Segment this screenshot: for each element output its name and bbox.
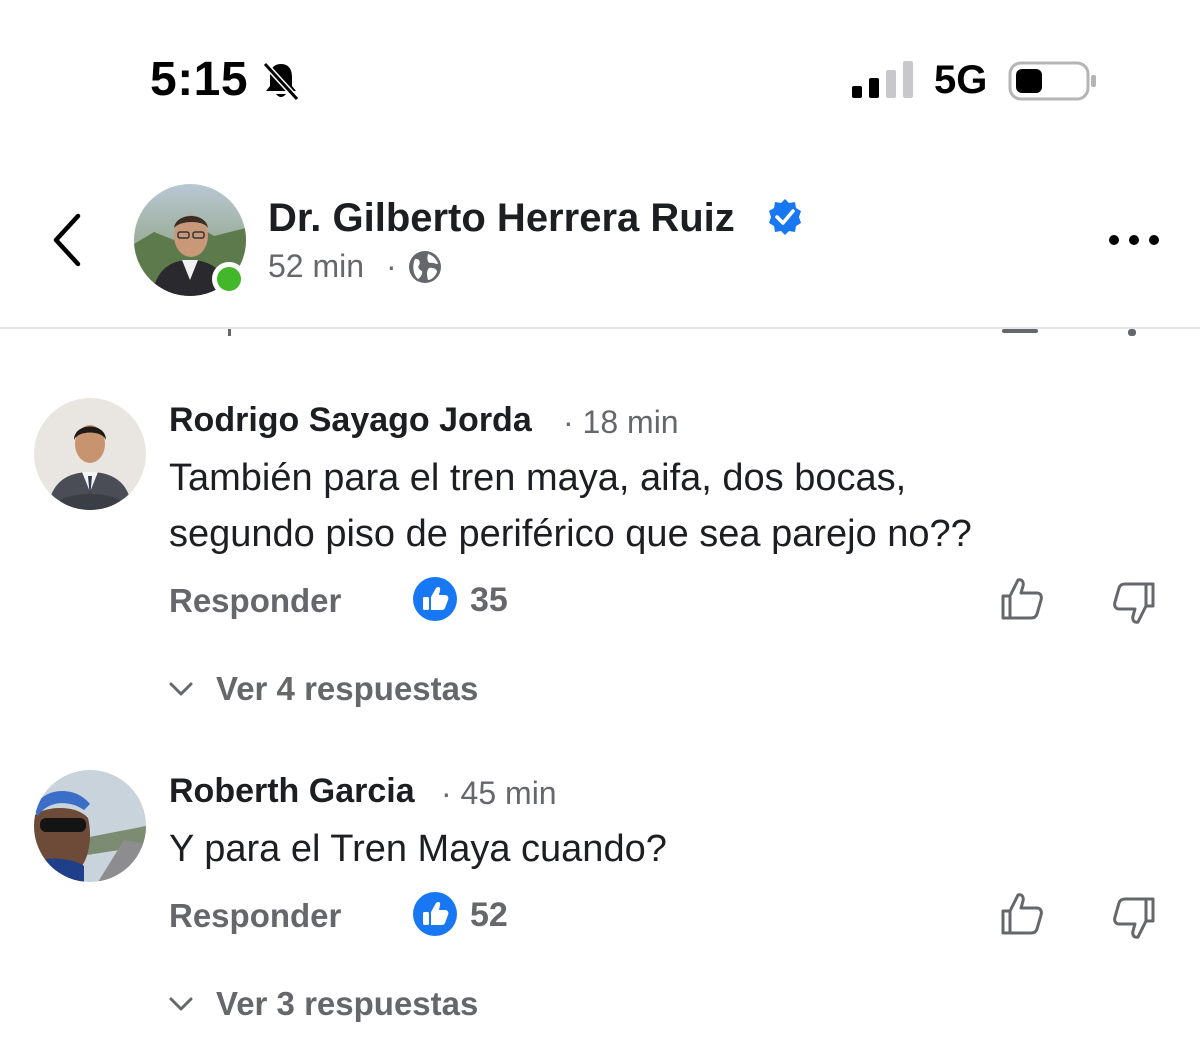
chevron-down-icon bbox=[169, 997, 193, 1011]
verified-badge-icon bbox=[769, 199, 801, 235]
battery-icon bbox=[1008, 61, 1096, 101]
thumbs-down-icon[interactable] bbox=[1111, 895, 1157, 941]
more-options-icon[interactable] bbox=[1106, 226, 1162, 254]
network-type: 5G bbox=[934, 58, 988, 102]
thumbs-down-icon[interactable] bbox=[1111, 580, 1157, 626]
post-timestamp: 52 min bbox=[268, 248, 365, 284]
online-status-dot bbox=[212, 262, 246, 296]
comment-time: · 45 min bbox=[441, 775, 557, 811]
view-replies-link[interactable]: Ver 3 respuestas bbox=[216, 985, 478, 1023]
signal-icon bbox=[852, 61, 913, 98]
reply-button[interactable]: Responder bbox=[169, 582, 341, 620]
reply-button[interactable]: Responder bbox=[169, 897, 341, 935]
comment-text-line: También para el tren maya, aifa, dos boc… bbox=[169, 457, 907, 499]
back-chevron-icon[interactable] bbox=[48, 212, 88, 268]
page-name[interactable]: Dr. Gilberto Herrera Ruiz bbox=[268, 196, 735, 241]
like-count: 52 bbox=[470, 896, 508, 934]
like-count: 35 bbox=[470, 581, 508, 619]
globe-icon bbox=[409, 251, 441, 283]
bell-slash-icon bbox=[262, 61, 300, 102]
comment-text-line: segundo piso de periférico que sea parej… bbox=[169, 513, 972, 555]
thumbs-up-icon[interactable] bbox=[999, 576, 1045, 622]
commenter-avatar[interactable] bbox=[34, 770, 146, 882]
scrolled-content-edge bbox=[228, 329, 1136, 336]
thumbs-up-icon[interactable] bbox=[999, 891, 1045, 937]
comment-author[interactable]: Roberth Garcia bbox=[169, 772, 415, 811]
status-time: 5:15 bbox=[150, 53, 249, 106]
commenter-avatar[interactable] bbox=[34, 398, 146, 510]
view-replies-link[interactable]: Ver 4 respuestas bbox=[216, 670, 478, 708]
like-badge-icon bbox=[413, 577, 457, 621]
like-badge-icon bbox=[413, 892, 457, 936]
comment-time: · 18 min bbox=[563, 404, 679, 440]
comment-author[interactable]: Rodrigo Sayago Jorda bbox=[169, 401, 532, 440]
comment-text-line: Y para el Tren Maya cuando? bbox=[169, 828, 667, 870]
chevron-down-icon bbox=[169, 682, 193, 696]
meta-separator: · bbox=[386, 248, 397, 284]
